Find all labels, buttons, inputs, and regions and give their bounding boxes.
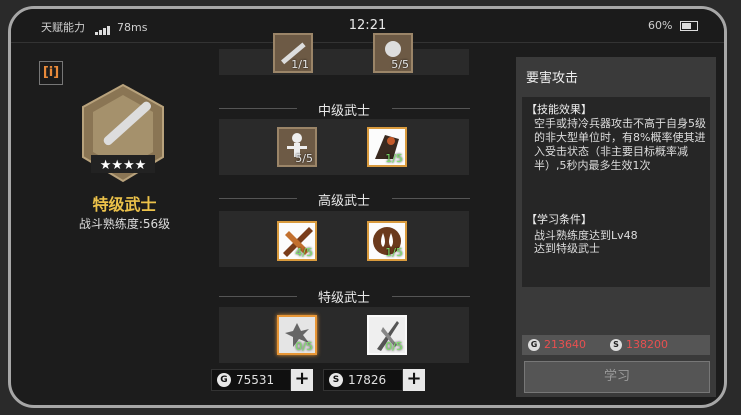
proficiency-level: 战斗熟练度:56级 (78, 217, 171, 231)
tier-background (219, 211, 469, 267)
clock: 12:21 (348, 18, 387, 33)
learn-button[interactable]: 学习 (524, 361, 710, 393)
tier-title-intermediate: 中级武士 (317, 104, 370, 119)
cost-silver: 138200 (626, 338, 668, 351)
tier-background (219, 119, 469, 175)
rank-emblem-icon: ★★★★ (82, 83, 164, 183)
status-bar: 天赋能力 78ms 12:21 60% (11, 9, 724, 43)
gold-amount: 75531 (236, 373, 275, 387)
skill-slot-impact[interactable]: 0/5 (277, 315, 317, 355)
info-button[interactable]: [i] (39, 61, 63, 85)
add-gold-button[interactable]: + (291, 369, 313, 391)
condition-list: 战斗熟练度达到Lv48 达到特级武士 (534, 229, 706, 255)
condition-header: 【学习条件】 (526, 213, 592, 226)
skill-name: 要害攻击 (526, 71, 579, 86)
learn-cost: G 213640 S 138200 (522, 335, 710, 355)
skill-level: 1/5 (385, 246, 403, 259)
skill-level: 0/5 (295, 340, 313, 353)
effect-description: 空手或持冷兵器攻击不高于自身5级的非大型单位时，有8%概率使其进入受击状态（非主… (534, 117, 706, 172)
skill-level: 1/5 (385, 152, 403, 165)
tier-title-special: 特级武士 (317, 291, 370, 306)
skill-slot-blade[interactable]: 0/5 (367, 315, 407, 355)
battery-percent: 60% (648, 19, 673, 32)
condition-line: 战斗熟练度达到Lv48 (534, 229, 638, 242)
condition-line: 达到特级武士 (534, 242, 600, 255)
skill-level: 0/5 (385, 340, 403, 353)
silver-coin-icon: S (329, 373, 343, 387)
skill-level: 4/5 (295, 246, 313, 259)
gold-coin-icon: G (217, 373, 231, 387)
skill-slot-drops[interactable]: 1/5 (367, 221, 407, 261)
gold-coin-icon: G (528, 339, 540, 351)
skill-level: 5/5 (391, 58, 409, 71)
battery-indicator: 60% (648, 19, 698, 32)
add-silver-button[interactable]: + (403, 369, 425, 391)
skill-slot-strike[interactable]: 5/5 (373, 33, 413, 73)
skill-slot-slash[interactable]: 4/5 (277, 221, 317, 261)
svg-text:★★★★: ★★★★ (100, 158, 147, 173)
silver-amount: 17826 (348, 373, 387, 387)
effect-header: 【技能效果】 (526, 103, 592, 116)
condition-section: 【学习条件】 战斗熟练度达到Lv48 达到特级武士 (522, 207, 710, 287)
battery-icon (680, 21, 698, 31)
cost-gold: 213640 (544, 338, 586, 351)
skill-slot-skeleton[interactable]: 5/5 (277, 127, 317, 167)
skill-tree: 1/1 5/5 中级武士 5/5 1/5 高级武士 4/5 1/5 特级武士 0… (207, 33, 497, 379)
tier-background (219, 307, 469, 363)
game-screen: 天赋能力 78ms 12:21 60% [i] ★★★★ 特级武士 战斗熟练度:… (8, 6, 727, 408)
silver-counter: S 17826 (323, 369, 403, 391)
skill-level: 5/5 (295, 152, 313, 165)
tier-title-advanced: 高级武士 (317, 194, 370, 209)
skill-detail-panel: 要害攻击 【技能效果】 空手或持冷兵器攻击不高于自身5级的非大型单位时，有8%概… (516, 57, 716, 397)
gold-counter: G 75531 (211, 369, 291, 391)
skill-slot-fighter[interactable]: 1/5 (367, 127, 407, 167)
skill-slot-bat[interactable]: 1/1 (273, 33, 313, 73)
silver-coin-icon: S (610, 339, 622, 351)
rank-title: 特级武士 (92, 195, 157, 214)
skill-level: 1/1 (291, 58, 309, 71)
tier-background (219, 49, 469, 75)
